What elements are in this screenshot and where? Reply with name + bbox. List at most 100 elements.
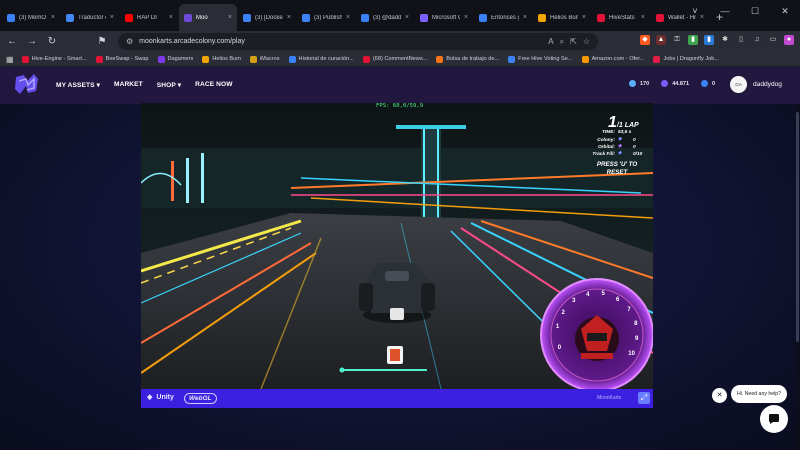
- scrollbar-thumb[interactable]: [796, 112, 799, 342]
- site-info-icon[interactable]: ⚙: [126, 37, 133, 46]
- close-window-button[interactable]: ✕: [770, 0, 800, 22]
- chat-close-button[interactable]: ✕: [712, 388, 727, 403]
- tab-close-icon[interactable]: ×: [51, 14, 55, 21]
- bookmark-favicon-icon: [653, 55, 661, 63]
- tab-close-icon[interactable]: ×: [405, 14, 409, 21]
- bookmark-favicon-icon: [249, 55, 257, 63]
- bookmark-item[interactable]: Bolsa de trabajo de...: [436, 55, 499, 63]
- tab-close-icon[interactable]: ×: [641, 14, 645, 21]
- screen: (3) MemO × Traductor d × RAP DI × Moo × (3) [Doc…: [0, 0, 800, 450]
- profile-icon[interactable]: ●: [784, 35, 794, 45]
- browser-tab[interactable]: Traductor d ×: [61, 4, 119, 31]
- nav-shop[interactable]: SHOP ▾: [157, 81, 181, 89]
- zoom-icon[interactable]: ⌕: [560, 37, 564, 47]
- unity-logo: ◈ Unity: [147, 393, 174, 402]
- bookmark-item[interactable]: BeeSwap - Swap: [95, 55, 149, 63]
- extension-blue-icon[interactable]: ▮: [704, 35, 714, 45]
- tab-close-icon[interactable]: ×: [110, 14, 114, 21]
- tab-close-icon[interactable]: ×: [169, 14, 173, 21]
- browser-tab[interactable]: Entonces g ×: [474, 4, 532, 31]
- bookmark-item[interactable]: Helios Bum: [202, 55, 241, 63]
- extension-key-icon[interactable]: ⚿: [672, 35, 682, 45]
- orbital-value: 0: [633, 145, 636, 150]
- chat-greeting-bubble[interactable]: Hi. Need any help?: [731, 385, 787, 403]
- tab-favicon-icon: [184, 13, 192, 22]
- browser-tab[interactable]: (3) @daddy ×: [356, 4, 414, 31]
- bookmark-item[interactable]: Jobs | Dragonfly Job...: [653, 55, 719, 63]
- bookmark-item[interactable]: Hive-Engine - Smart...: [21, 55, 87, 63]
- tab-close-icon[interactable]: ×: [287, 14, 291, 21]
- browser-tab[interactable]: (3) Publish ×: [297, 4, 355, 31]
- translate-icon[interactable]: A: [548, 37, 553, 46]
- site-header: MY ASSETS ▾ MARKET SHOP ▾ RACE NOW 170 4…: [0, 67, 800, 104]
- url-text[interactable]: moonkarts.arcadecolony.com/play: [139, 38, 542, 45]
- bookmark-label: Amazon.com - Ofer...: [591, 56, 645, 62]
- bookmark-item[interactable]: (68) CommentNews...: [362, 55, 428, 63]
- speedometer-tick-label: 2: [561, 309, 565, 316]
- bookmark-icon[interactable]: ⚑: [96, 36, 108, 47]
- bookmark-item[interactable]: iMacros: [249, 55, 280, 63]
- fullscreen-icon[interactable]: ⤢: [638, 392, 650, 404]
- browser-tab[interactable]: HiveStats ×: [592, 4, 650, 31]
- webgl-logo: WebGL: [184, 393, 217, 404]
- tab-close-icon[interactable]: ×: [464, 14, 468, 21]
- time-value: 53,5 s: [618, 130, 632, 135]
- avatar[interactable]: GA: [730, 76, 747, 93]
- star-icon[interactable]: ☆: [583, 37, 590, 46]
- brave-shield-icon[interactable]: ◆: [640, 35, 650, 45]
- username[interactable]: daddydog: [753, 81, 782, 88]
- track-progress-bar: [341, 369, 427, 371]
- browser-tab[interactable]: (3) [Docker ×: [238, 4, 296, 31]
- speedometer-tick-label: 1: [555, 324, 560, 331]
- tab-favicon-icon: [361, 13, 369, 22]
- nav-market[interactable]: MARKET: [114, 81, 143, 89]
- bookmark-label: BeeSwap - Swap: [105, 56, 149, 62]
- sidebar-icon[interactable]: ▯: [736, 35, 746, 45]
- browser-tab[interactable]: Helios Bum ×: [533, 4, 591, 31]
- extensions-puzzle-icon[interactable]: ✱: [720, 35, 730, 45]
- speedometer-tick-label: 10: [628, 351, 635, 357]
- media-icon[interactable]: ♫: [752, 35, 762, 45]
- tab-favicon-icon: [479, 13, 487, 22]
- energy-icon: [629, 80, 636, 87]
- browser-tab[interactable]: Moo ×: [179, 4, 237, 31]
- fps-counter: FPS: 60,0/59,9: [376, 103, 424, 109]
- apps-grid-icon[interactable]: ▦: [6, 55, 14, 64]
- browser-tab[interactable]: RAP DI ×: [120, 4, 178, 31]
- nav-my-assets[interactable]: MY ASSETS ▾: [56, 81, 100, 89]
- game-canvas[interactable]: [141, 103, 653, 389]
- browser-tab[interactable]: (3) MemO ×: [2, 4, 60, 31]
- back-arrow-icon[interactable]: ←: [6, 36, 18, 47]
- extensions-area: ◆ ▲ ⚿ ▮ ▮ ✱ ▯ ♫ ▭ ● ≡: [640, 35, 800, 45]
- bookmark-label: (68) CommentNews...: [372, 56, 428, 62]
- forward-arrow-icon[interactable]: →: [26, 36, 38, 47]
- tab-title: (3) Publish: [314, 14, 342, 21]
- tab-close-icon[interactable]: ×: [523, 14, 527, 21]
- extension-green-icon[interactable]: ▮: [688, 35, 698, 45]
- share-icon[interactable]: ⇱: [570, 37, 577, 46]
- tab-close-icon[interactable]: ×: [582, 14, 586, 21]
- wallet-icon[interactable]: ▭: [768, 35, 778, 45]
- bookmark-item[interactable]: Free Hive Voting Se...: [508, 55, 573, 63]
- moonkarts-logo[interactable]: [14, 73, 40, 95]
- minimize-button[interactable]: —: [710, 0, 740, 22]
- colony-value: 0: [633, 138, 636, 143]
- maximize-button[interactable]: ☐: [740, 0, 770, 22]
- reload-icon[interactable]: ↻: [46, 36, 58, 47]
- browser-tab[interactable]: Microsoft C ×: [415, 4, 473, 31]
- brave-rewards-icon[interactable]: ▲: [656, 35, 666, 45]
- bookmark-item[interactable]: Historial de curación...: [288, 55, 354, 63]
- track-fill-label: Track Fill:: [592, 152, 615, 157]
- tab-close-icon[interactable]: ×: [346, 14, 350, 21]
- chat-launcher-button[interactable]: [760, 405, 788, 433]
- bookmark-item[interactable]: Amazon.com - Ofer...: [581, 55, 645, 63]
- bookmark-item[interactable]: Dagamers: [157, 55, 193, 63]
- tab-favicon-icon: [125, 13, 133, 22]
- tab-search-icon[interactable]: ˅: [680, 0, 710, 22]
- bookmark-label: Hive-Engine - Smart...: [31, 56, 87, 62]
- bookmark-favicon-icon: [508, 55, 516, 63]
- nav-race-now[interactable]: RACE NOW: [195, 81, 232, 89]
- tab-close-icon[interactable]: ×: [228, 14, 232, 21]
- bookmark-favicon-icon: [202, 55, 210, 63]
- address-bar[interactable]: ⚙ moonkarts.arcadecolony.com/play A ⌕ ⇱ …: [118, 33, 598, 50]
